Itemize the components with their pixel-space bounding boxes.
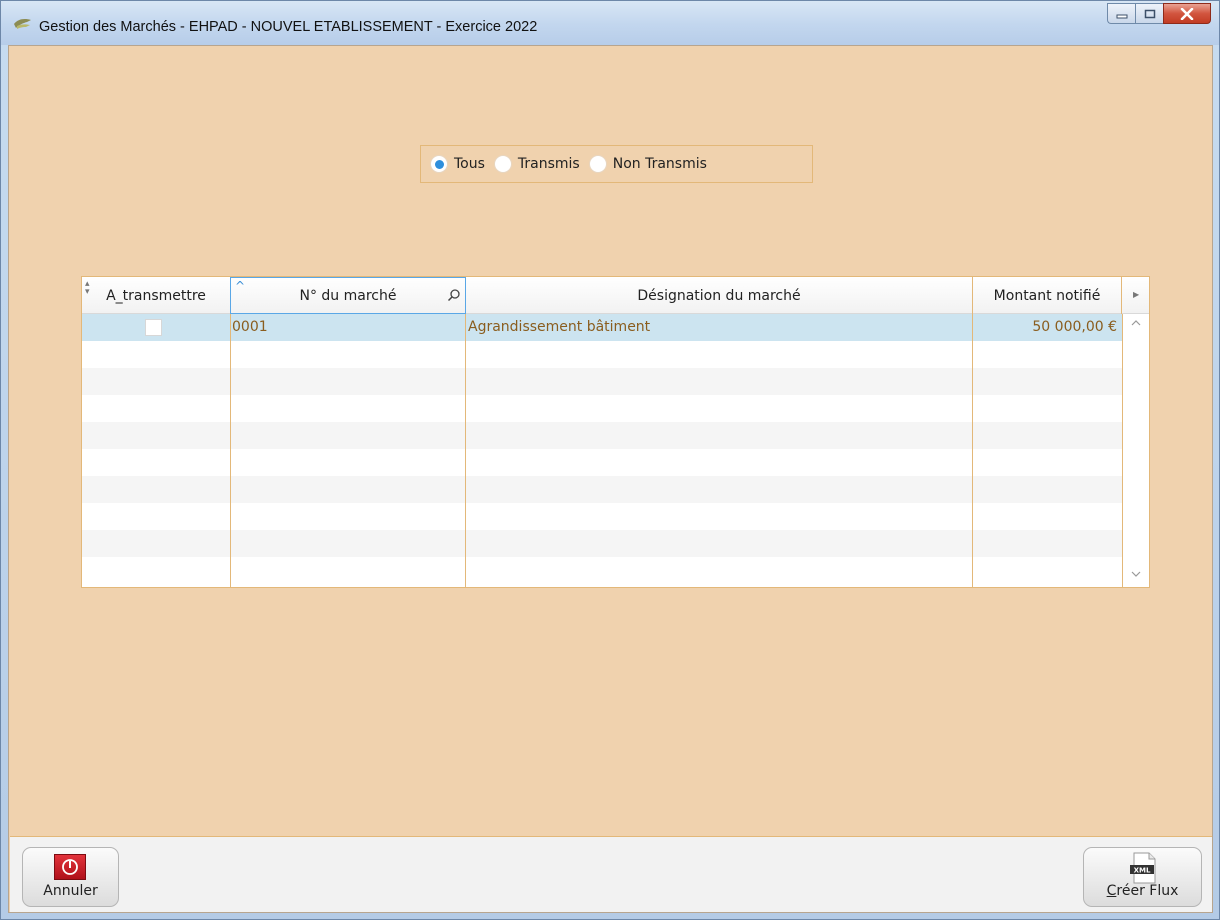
radio-unselected-icon [493,155,512,173]
cell-montant: 50 000,00 € [1032,319,1117,335]
app-icon [14,19,31,29]
column-scroll-right[interactable]: ▶ [1122,277,1149,314]
radio-selected-icon [430,155,448,173]
column-header-a-transmettre[interactable]: ▴ ▾ A_transmettre [82,277,231,314]
radio-non-transmis[interactable]: Non Transmis [588,155,707,173]
empty-row[interactable] [82,395,1122,422]
column-label: Montant notifié [993,287,1101,304]
column-header-numero[interactable]: ^ N° du marché [230,277,466,314]
vertical-scrollbar[interactable] [1122,314,1149,587]
column-label: A_transmettre [106,287,206,304]
radio-unselected-icon [588,155,607,173]
radio-transmis[interactable]: Transmis [493,155,580,173]
window-title: Gestion des Marchés - EHPAD - NOUVEL ETA… [39,19,538,35]
maximize-icon[interactable] [1135,3,1163,24]
column-header-designation[interactable]: Désignation du marché [466,277,973,314]
cell-numero: 0001 [232,319,268,335]
radio-tous[interactable]: Tous [430,155,485,173]
transmission-filter: Tous Transmis Non Transmis [420,145,813,183]
sort-icon: ▴ ▾ [85,279,90,297]
radio-label: Transmis [517,156,580,172]
empty-row[interactable] [82,368,1122,395]
column-header-montant[interactable]: Montant notifié [973,277,1122,314]
app-window: Gestion des Marchés - EHPAD - NOUVEL ETA… [0,0,1220,920]
empty-row[interactable] [82,341,1122,368]
search-icon[interactable] [447,288,461,302]
radio-label: Non Transmis [612,156,707,172]
a-transmettre-checkbox[interactable] [145,319,162,336]
title-bar[interactable]: Gestion des Marchés - EHPAD - NOUVEL ETA… [1,1,1219,45]
chevron-down-icon[interactable] [1131,569,1141,579]
marches-table: ▴ ▾ A_transmettre ^ N° du marché Désignat… [81,276,1150,588]
xml-file-icon: XML [1130,852,1156,884]
cancel-button-label: Annuler [43,883,98,899]
cancel-button[interactable]: Annuler [22,847,119,907]
empty-row[interactable] [82,530,1122,557]
empty-row[interactable] [82,476,1122,503]
empty-row[interactable] [82,422,1122,449]
column-label: Désignation du marché [637,287,801,304]
chevron-right-icon: ▶ [1133,290,1140,299]
empty-row[interactable] [82,449,1122,476]
chevron-up-icon[interactable] [1131,318,1141,328]
create-flux-button[interactable]: XML Créer Flux [1083,847,1202,907]
create-flux-button-label: Créer Flux [1106,883,1179,899]
column-divider [230,314,231,587]
svg-text:XML: XML [1134,867,1151,875]
minimize-icon[interactable] [1107,3,1135,24]
window-controls [1107,3,1211,25]
footer-bar: Annuler XML Créer Flux [10,836,1212,912]
main-panel: Tous Transmis Non Transmis ▴ ▾ A_transmet… [8,45,1213,913]
table-header: ▴ ▾ A_transmettre ^ N° du marché Désignat… [82,277,1149,314]
power-icon [54,854,86,880]
column-label: N° du marché [299,287,397,304]
empty-row[interactable] [82,557,1122,584]
table-row[interactable]: 0001 Agrandissement bâtiment 50 000,00 € [82,314,1122,341]
cell-designation: Agrandissement bâtiment [468,319,651,335]
radio-label: Tous [454,156,485,172]
close-icon[interactable] [1163,3,1211,24]
column-divider [972,314,973,587]
empty-row[interactable] [82,503,1122,530]
column-divider [465,314,466,587]
sort-ascending-icon: ^ [235,279,246,293]
